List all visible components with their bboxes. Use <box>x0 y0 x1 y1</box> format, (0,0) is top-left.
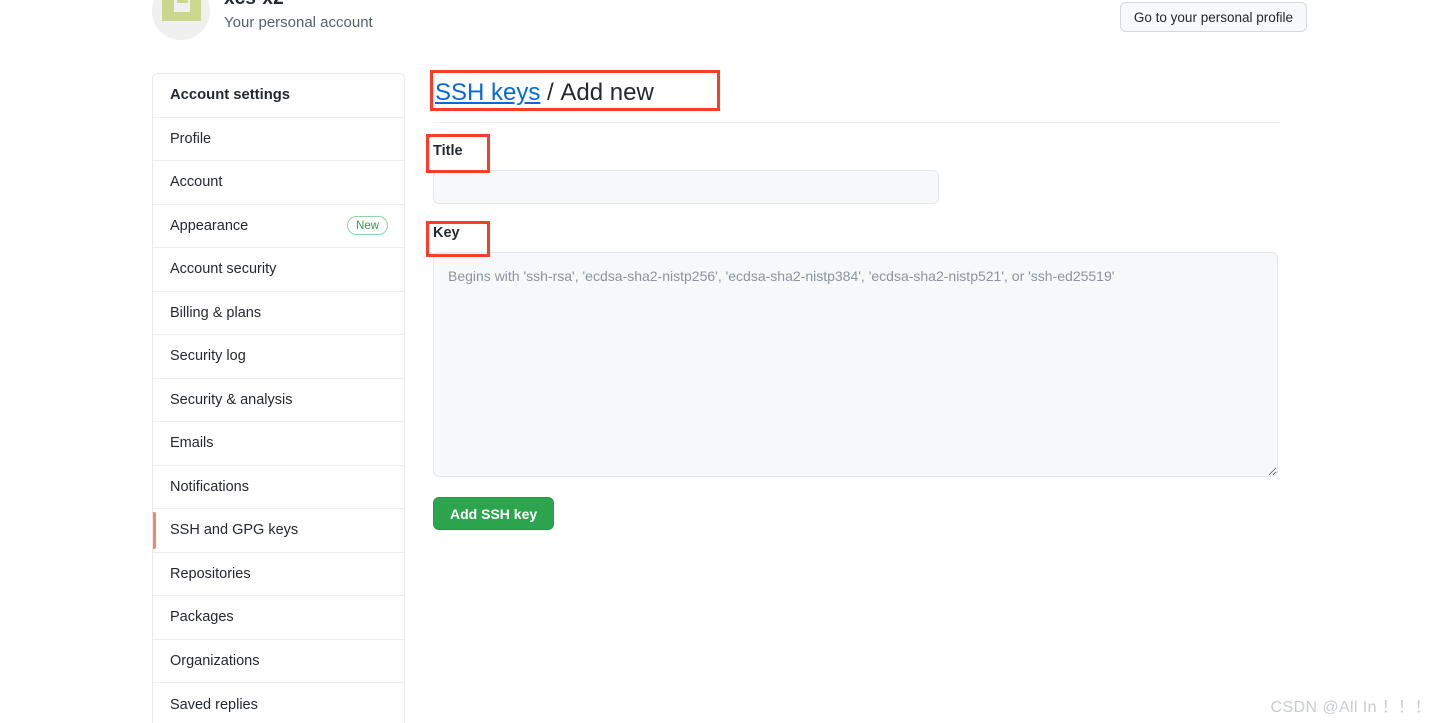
sidebar-item-notifications[interactable]: Notifications <box>153 465 404 509</box>
sidebar-item-label: Appearance <box>170 217 249 234</box>
account-text: xcs-x2 Your personal account <box>224 0 373 34</box>
avatar-shape <box>177 0 188 3</box>
account-name: xcs-x2 <box>224 0 373 10</box>
page-root: xcs-x2 Your personal account Go to your … <box>0 0 1443 723</box>
sidebar-item-packages[interactable]: Packages <box>153 596 404 640</box>
main-content: SSH keys / Add new Title Key Add SSH key <box>433 73 1281 530</box>
avatar-shape <box>182 12 201 21</box>
breadcrumb-separator: / <box>540 79 561 106</box>
avatar[interactable] <box>152 0 210 40</box>
key-field-group: Key <box>433 223 1281 477</box>
title-field-group: Title <box>433 141 1281 204</box>
sidebar-item-label: Security & analysis <box>170 391 293 408</box>
sidebar-item-account[interactable]: Account <box>153 161 404 205</box>
sidebar-item-badge: New <box>346 216 388 236</box>
account-settings-sidebar: Account settings Profile Account Appearanc… <box>152 73 405 723</box>
sidebar-item-label: Organizations <box>170 652 260 669</box>
sidebar-item-saved-replies[interactable]: Saved replies <box>153 683 404 723</box>
breadcrumb-link-ssh-keys[interactable]: SSH keys <box>435 76 540 110</box>
sidebar-item-label: Notifications <box>170 478 249 495</box>
avatar-shape <box>162 12 182 21</box>
add-ssh-key-button[interactable]: Add SSH key <box>433 497 555 530</box>
sidebar-item-billing-plans[interactable]: Billing & plans <box>153 291 404 335</box>
sidebar-item-account-security[interactable]: Account security <box>153 248 404 292</box>
sidebar-item-label: Emails <box>170 435 214 452</box>
account-header: xcs-x2 Your personal account <box>152 0 373 40</box>
header-divider <box>433 122 1281 123</box>
sidebar-item-label: Account <box>170 174 223 191</box>
sidebar-item-label: Saved replies <box>170 696 258 713</box>
sidebar-item-label: Packages <box>170 609 234 626</box>
watermark: CSDN @All In ！！！ <box>1270 699 1431 716</box>
sidebar-item-appearance[interactable]: Appearance New <box>153 204 404 248</box>
sidebar-item-label: Profile <box>170 130 212 147</box>
sidebar-item-label: SSH and GPG keys <box>170 522 299 539</box>
sidebar-item-emails[interactable]: Emails <box>153 422 404 466</box>
key-label: Key <box>433 225 460 241</box>
sidebar-item-label: Repositories <box>170 565 251 582</box>
sidebar-item-label: Billing & plans <box>170 304 262 321</box>
sidebar-item-profile[interactable]: Profile <box>153 117 404 161</box>
sidebar-title-label: Account settings <box>170 87 291 104</box>
sidebar-item-label: Account security <box>170 261 277 278</box>
sidebar-item-ssh-and-gpg-keys[interactable]: SSH and GPG keys <box>153 509 404 553</box>
title-label: Title <box>433 143 463 159</box>
go-to-personal-profile-button[interactable]: Go to your personal profile <box>1119 2 1307 32</box>
account-subtitle: Your personal account <box>224 14 373 31</box>
sidebar-title: Account settings <box>153 74 404 118</box>
sidebar-item-label: Security log <box>170 348 246 365</box>
sidebar-item-repositories[interactable]: Repositories <box>153 552 404 596</box>
title-input[interactable] <box>433 170 939 204</box>
sidebar-item-security-log[interactable]: Security log <box>153 335 404 379</box>
sidebar-item-security-analysis[interactable]: Security & analysis <box>153 378 404 422</box>
breadcrumb-current: Add new <box>560 79 654 106</box>
sidebar-item-organizations[interactable]: Organizations <box>153 639 404 683</box>
key-textarea[interactable] <box>433 252 1278 477</box>
breadcrumb: SSH keys / Add new <box>433 73 1281 116</box>
